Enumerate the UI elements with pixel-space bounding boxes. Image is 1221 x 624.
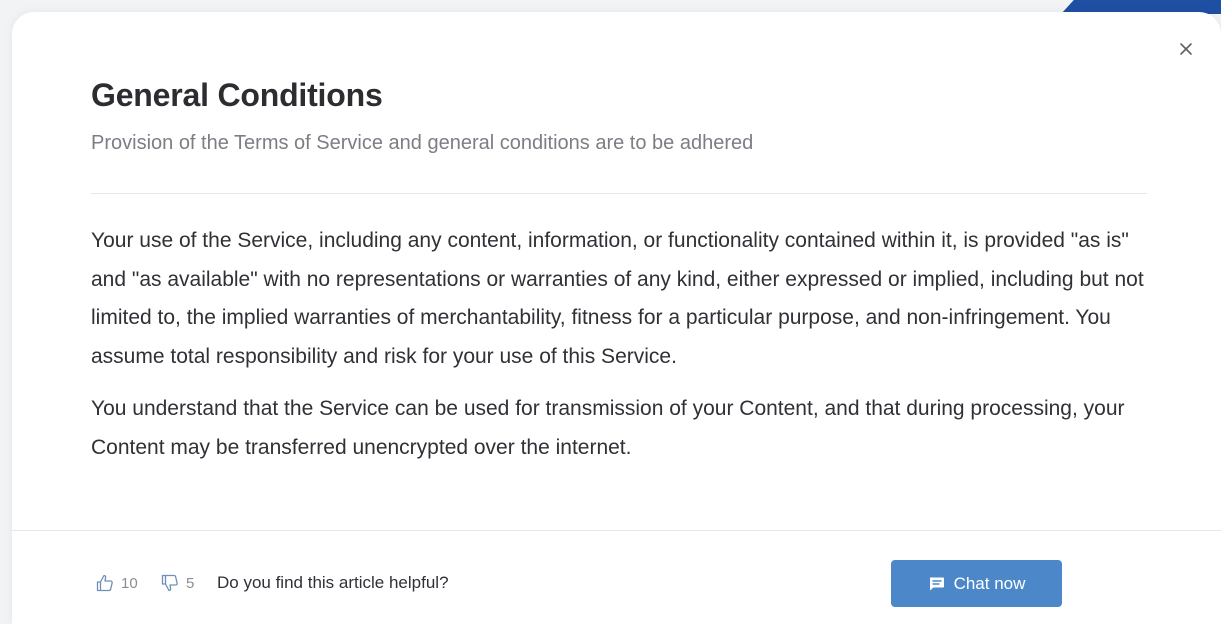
upvote-button[interactable]: 10 <box>95 573 138 593</box>
article-footer: 10 5 Do you find this article helpful? C… <box>12 531 1221 624</box>
article-modal: General Conditions Provision of the Term… <box>12 12 1221 624</box>
downvote-button[interactable]: 5 <box>160 573 194 593</box>
close-icon <box>1180 43 1192 55</box>
thumbs-down-icon <box>161 574 178 592</box>
chat-now-button[interactable]: Chat now <box>891 560 1062 607</box>
chat-now-label: Chat now <box>953 573 1026 593</box>
thumbs-up-icon <box>96 574 113 592</box>
downvote-count: 5 <box>186 574 195 592</box>
upvote-count: 10 <box>121 574 138 592</box>
article-paragraph: You understand that the Service can be u… <box>91 397 1125 459</box>
chat-bubble-icon <box>929 577 944 591</box>
article-body: Your use of the Service, including any c… <box>91 222 1151 481</box>
article-title: General Conditions <box>91 77 383 113</box>
article-paragraph: Your use of the Service, including any c… <box>91 229 1144 368</box>
close-button[interactable] <box>1175 38 1197 60</box>
helpful-prompt: Do you find this article helpful? <box>217 573 449 592</box>
header-divider <box>91 193 1147 194</box>
article-subtitle: Provision of the Terms of Service and ge… <box>91 132 754 154</box>
